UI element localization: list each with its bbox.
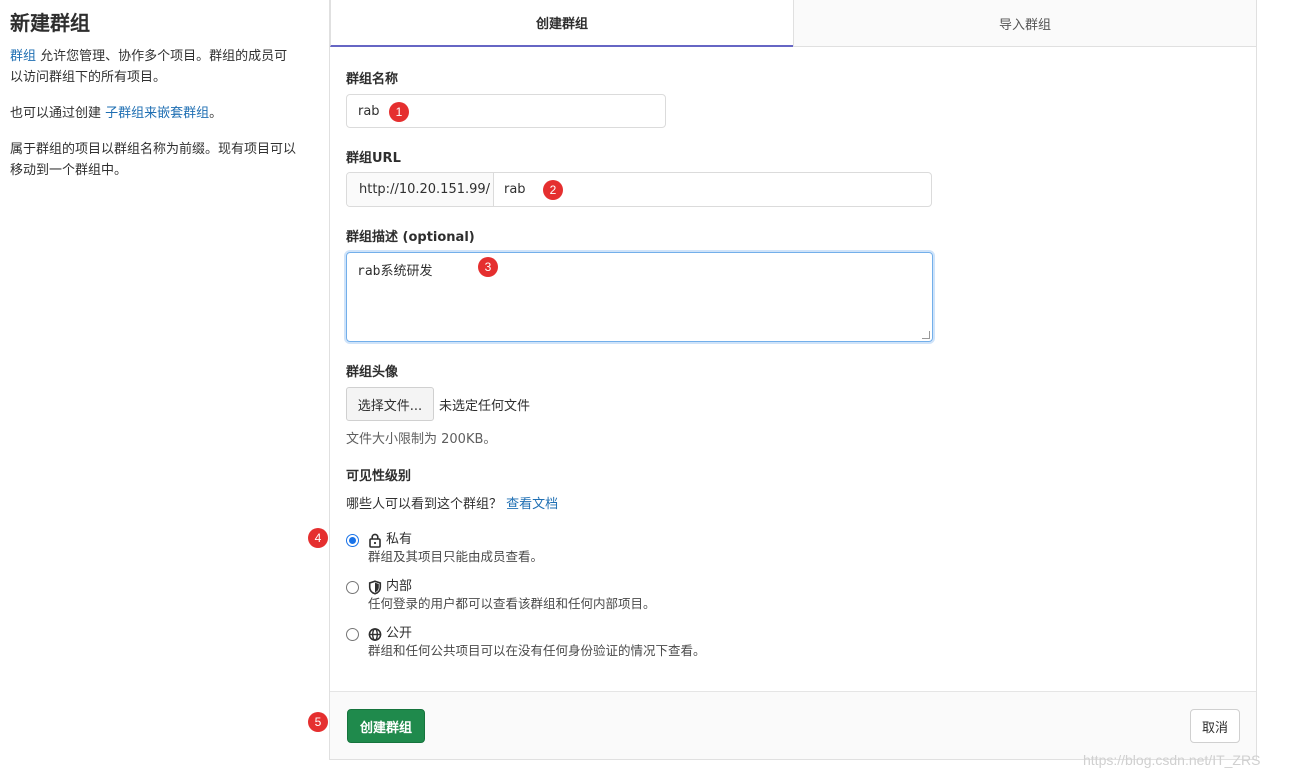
visibility-option-internal[interactable]: 内部 任何登录的用户都可以查看该群组和任何内部项目。 bbox=[346, 578, 656, 612]
url-prefix: http://10.20.151.99/ bbox=[347, 173, 494, 206]
annotation-badge-2: 2 bbox=[543, 180, 563, 200]
tab-create-group[interactable]: 创建群组 bbox=[330, 0, 793, 47]
subgroup-hint-text: 也可以通过创建 bbox=[10, 106, 106, 121]
subgroup-link[interactable]: 子群组来嵌套群组 bbox=[105, 106, 209, 121]
form-panel: 创建群组 导入群组 群组名称 rab 1 群组URL http://10.20.… bbox=[308, 0, 1257, 760]
group-name-label: 群组名称 bbox=[346, 72, 399, 87]
visibility-help: 哪些人可以看到这个群组？ 查看文档 bbox=[346, 493, 558, 512]
left-sidebar: 新建群组 群组 允许您管理、协作多个项目。群组的成员可以访问群组下的所有项目。 … bbox=[0, 0, 320, 196]
file-status: 未选定任何文件 bbox=[439, 399, 531, 414]
cancel-button[interactable]: 取消 bbox=[1190, 709, 1240, 743]
group-desc-label: 群组描述 (optional) bbox=[346, 230, 475, 245]
private-title: 私有 bbox=[386, 532, 413, 547]
private-title-row: 私有 bbox=[368, 531, 543, 549]
prefix-hint: 属于群组的项目以群组名称为前缀。现有项目可以移动到一个群组中。 bbox=[10, 142, 297, 178]
create-group-button[interactable]: 创建群组 bbox=[347, 709, 425, 743]
resize-handle[interactable] bbox=[922, 331, 930, 339]
view-docs-link[interactable]: 查看文档 bbox=[506, 497, 558, 512]
annotation-badge-3: 3 bbox=[478, 257, 498, 277]
group-intro-text: 允许您管理、协作多个项目。群组的成员可以访问群组下的所有项目。 bbox=[10, 49, 288, 85]
group-url-label: 群组URL bbox=[346, 151, 401, 166]
private-desc: 群组及其项目只能由成员查看。 bbox=[368, 549, 544, 564]
visibility-help-text: 哪些人可以看到这个群组？ bbox=[346, 497, 503, 512]
group-intro: 群组 允许您管理、协作多个项目。群组的成员可以访问群组下的所有项目。 bbox=[10, 46, 300, 88]
shield-icon bbox=[368, 579, 382, 595]
groups-link[interactable]: 群组 bbox=[10, 49, 36, 64]
radio-internal[interactable] bbox=[346, 581, 359, 594]
group-url-field: http://10.20.151.99/ rab bbox=[346, 172, 932, 207]
internal-desc: 任何登录的用户都可以查看该群组和任何内部项目。 bbox=[368, 596, 656, 611]
choose-file-button[interactable]: 选择文件... bbox=[346, 387, 434, 421]
page-title: 新建群组 bbox=[10, 11, 90, 35]
internal-title-row: 内部 bbox=[368, 578, 656, 596]
annotation-badge-4: 4 bbox=[308, 528, 328, 548]
tab-import-group[interactable]: 导入群组 bbox=[793, 0, 1256, 47]
tab-bar: 创建群组 导入群组 bbox=[330, 0, 1256, 47]
globe-icon bbox=[368, 627, 382, 641]
public-option-content: 公开 群组和任何公共项目可以在没有任何身份验证的情况下查看。 bbox=[368, 625, 706, 659]
form-footer: 创建群组 取消 5 bbox=[308, 691, 1256, 759]
group-desc-value: rab系统研发 bbox=[357, 264, 433, 279]
group-name-value: rab bbox=[358, 103, 380, 119]
internal-title: 内部 bbox=[386, 579, 413, 594]
radio-public[interactable] bbox=[346, 628, 359, 641]
lock-icon bbox=[369, 533, 381, 548]
watermark: https://blog.csdn.net/IT_ZRS bbox=[1083, 752, 1261, 768]
visibility-option-private[interactable]: 私有 群组及其项目只能由成员查看。 bbox=[346, 531, 543, 565]
file-size-help: 文件大小限制为 200KB。 bbox=[346, 432, 497, 447]
annotation-badge-1: 1 bbox=[389, 102, 409, 122]
subgroup-hint-end: 。 bbox=[209, 106, 223, 121]
public-desc: 群组和任何公共项目可以在没有任何身份验证的情况下查看。 bbox=[368, 643, 706, 658]
subgroup-hint: 也可以通过创建 子群组来嵌套群组。 bbox=[10, 103, 310, 124]
internal-option-content: 内部 任何登录的用户都可以查看该群组和任何内部项目。 bbox=[368, 578, 656, 612]
group-desc-textarea[interactable]: rab系统研发 bbox=[346, 252, 933, 342]
annotation-badge-5: 5 bbox=[308, 712, 328, 732]
private-option-content: 私有 群组及其项目只能由成员查看。 bbox=[368, 531, 543, 565]
public-title-row: 公开 bbox=[368, 625, 706, 643]
visibility-option-public[interactable]: 公开 群组和任何公共项目可以在没有任何身份验证的情况下查看。 bbox=[346, 625, 706, 659]
public-title: 公开 bbox=[386, 626, 413, 641]
group-avatar-label: 群组头像 bbox=[346, 365, 399, 380]
group-path-value: rab bbox=[504, 182, 526, 197]
radio-private[interactable] bbox=[346, 534, 359, 547]
visibility-label: 可见性级别 bbox=[346, 469, 412, 484]
